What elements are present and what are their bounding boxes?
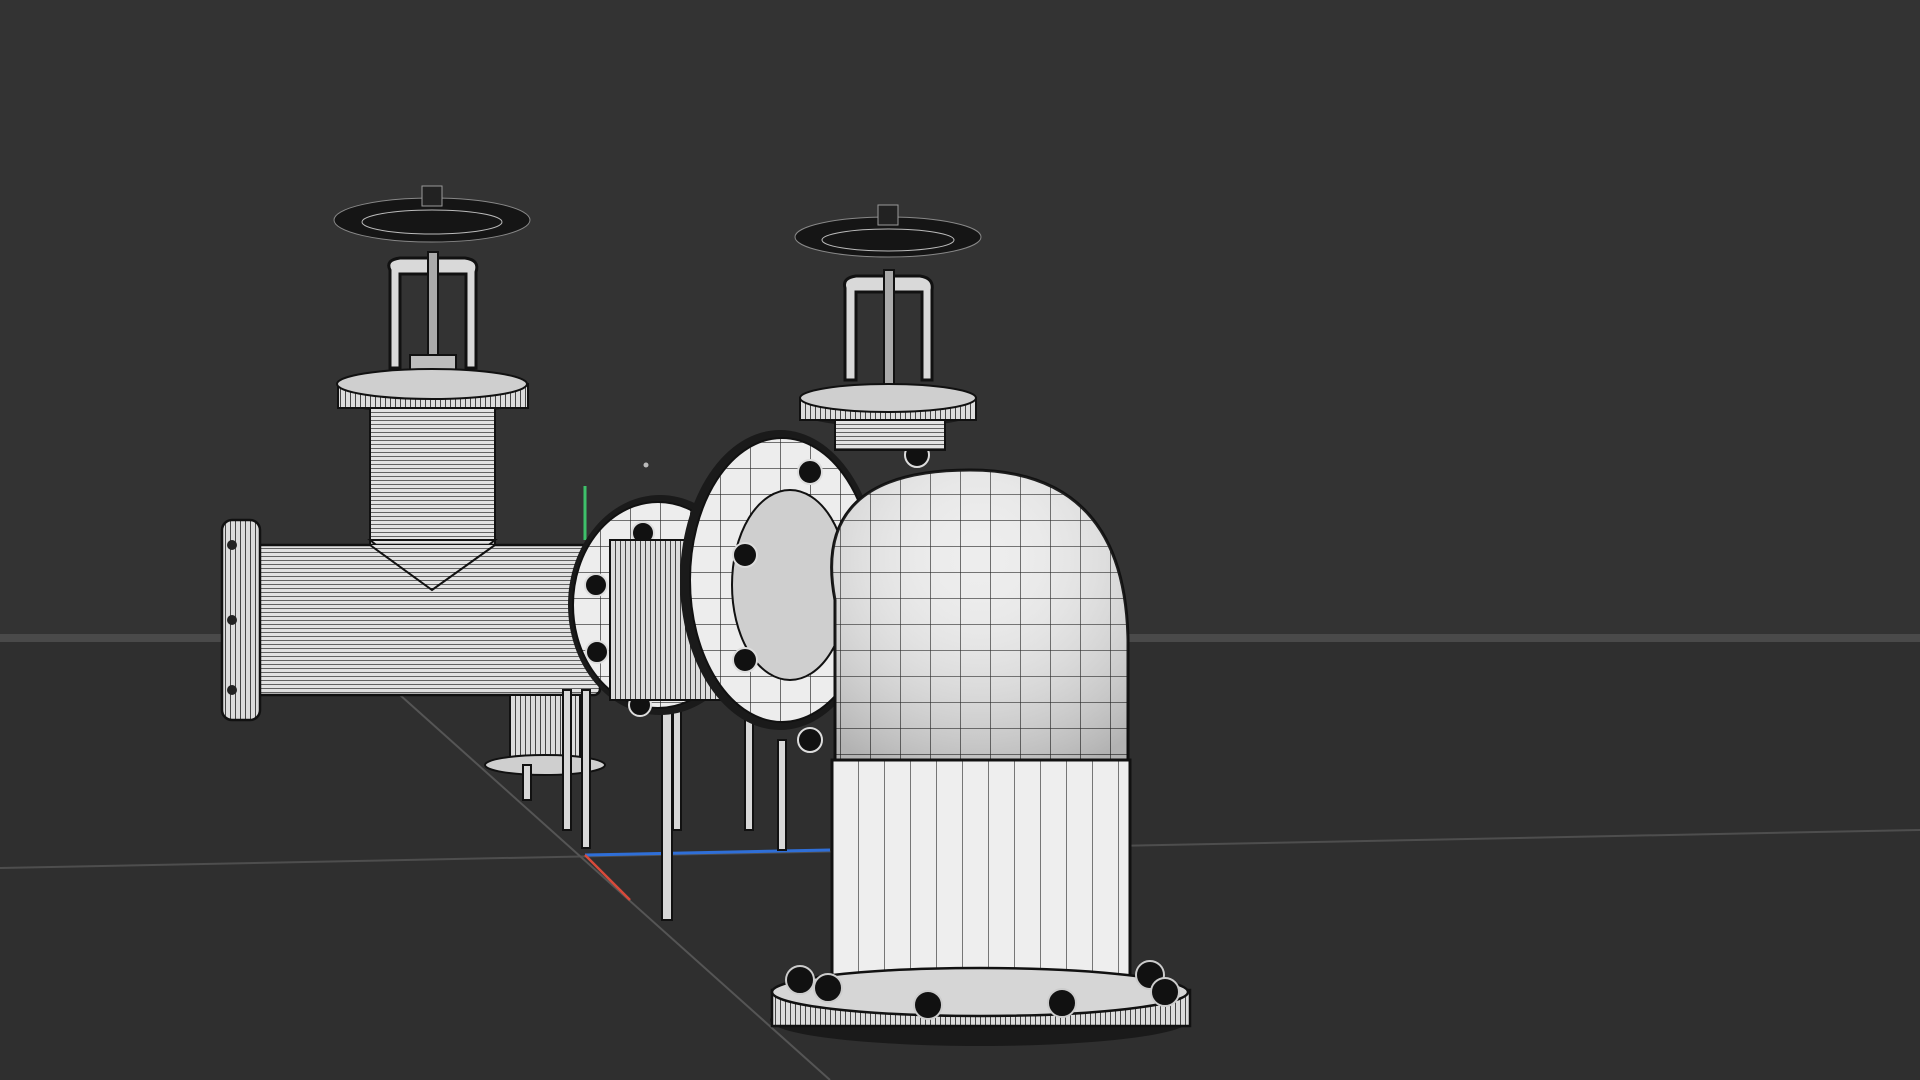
bolt-icon xyxy=(797,727,823,753)
valve-left[interactable] xyxy=(333,185,531,592)
3d-viewport[interactable] xyxy=(0,0,1920,1080)
valve-right[interactable] xyxy=(794,204,982,451)
bolt-icon xyxy=(585,640,609,664)
horizontal-pipe[interactable] xyxy=(220,518,602,722)
bolt-icon xyxy=(732,647,758,673)
bolt-icon xyxy=(732,542,758,568)
bolt-icon xyxy=(785,965,815,995)
bolt-icon xyxy=(1150,977,1180,1007)
bolt-icon xyxy=(913,990,943,1020)
scene-canvas[interactable] xyxy=(0,0,1920,1080)
bolt-icon xyxy=(584,573,608,597)
pivot-point-icon xyxy=(643,462,649,468)
bolt-icon xyxy=(1047,988,1077,1018)
bolt-icon xyxy=(813,973,843,1003)
bolt-icon xyxy=(797,459,823,485)
